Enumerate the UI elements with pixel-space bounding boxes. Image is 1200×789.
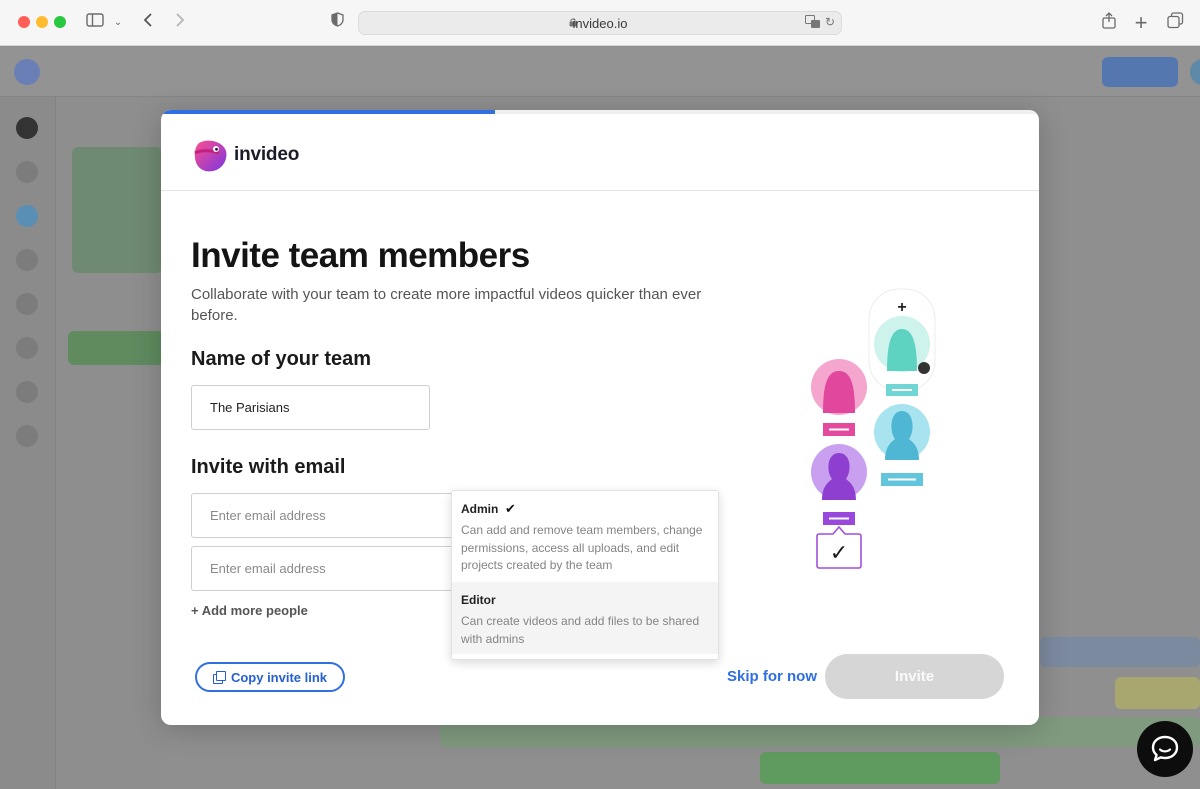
check-icon: ✓ <box>830 541 848 566</box>
role-option-title: Editor <box>461 593 496 607</box>
app-left-panel <box>56 97 166 789</box>
role-option-title: Admin <box>461 502 499 516</box>
app-primary-button <box>1102 57 1178 87</box>
rail-icon <box>16 337 38 359</box>
invite-button[interactable]: Invite <box>825 654 1004 699</box>
role-option-admin[interactable]: Admin ✔ Can add and remove team members,… <box>452 491 718 582</box>
app-left-rail <box>0 97 56 789</box>
timeline-track <box>1115 677 1200 709</box>
plus-icon: + <box>897 299 906 316</box>
fullscreen-window-button[interactable] <box>54 16 66 28</box>
timeline-track <box>760 752 1000 784</box>
copy-invite-link-button[interactable]: Copy invite link <box>195 662 345 692</box>
browser-chrome: ⌄ invideo.io ↻ + <box>0 0 1200 46</box>
app-topbar <box>0 47 1200 97</box>
shield-icon[interactable] <box>330 12 344 34</box>
invite-email-heading: Invite with email <box>191 456 346 478</box>
rail-icon <box>16 117 38 139</box>
share-icon[interactable] <box>1100 12 1118 34</box>
role-option-description: Can add and remove team members, change … <box>461 523 703 572</box>
rail-icon <box>16 381 38 403</box>
minimize-window-button[interactable] <box>36 16 48 28</box>
team-illustration: + ✓ <box>811 288 936 569</box>
close-window-button[interactable] <box>18 16 30 28</box>
chat-support-button[interactable] <box>1137 721 1193 777</box>
media-clip <box>68 331 164 365</box>
tabs-overview-icon[interactable] <box>1166 12 1184 34</box>
brand-name: invideo <box>234 144 300 165</box>
forward-icon[interactable] <box>172 12 188 34</box>
rail-icon <box>16 293 38 315</box>
back-icon[interactable] <box>140 12 156 34</box>
sidebar-icon[interactable] <box>86 12 104 34</box>
copy-invite-link-label: Copy invite link <box>230 669 328 685</box>
skip-for-now-link[interactable]: Skip for now <box>727 668 817 685</box>
add-more-people-link[interactable]: + Add more people <box>191 603 308 618</box>
translate-icon[interactable] <box>805 15 821 32</box>
reload-icon[interactable]: ↻ <box>825 15 835 29</box>
email-input-1[interactable] <box>191 493 461 538</box>
modal-title: Invite team members <box>191 236 530 275</box>
new-tab-icon[interactable]: + <box>1132 12 1150 34</box>
chat-icon <box>1151 735 1179 762</box>
invite-team-modal: invideo Invite team members Collaborate … <box>161 110 1039 725</box>
chevron-down-icon[interactable]: ⌄ <box>112 12 124 34</box>
app-avatar <box>1190 59 1200 85</box>
address-bar[interactable]: invideo.io ↻ <box>358 11 842 35</box>
modal-header: invideo <box>161 114 1039 191</box>
rail-icon <box>16 161 38 183</box>
copy-icon <box>212 671 226 684</box>
role-option-description: Can create videos and add files to be sh… <box>461 614 700 646</box>
modal-subtitle: Collaborate with your team to create mor… <box>191 286 702 324</box>
rail-icon <box>16 205 38 227</box>
media-thumbnail <box>72 147 162 273</box>
invideo-logo-icon <box>194 140 227 172</box>
role-option-editor[interactable]: Editor Can create videos and add files t… <box>452 582 718 654</box>
email-input-2[interactable] <box>191 546 461 591</box>
rail-icon <box>16 425 38 447</box>
app-logo <box>14 59 40 85</box>
team-name-heading: Name of your team <box>191 348 372 370</box>
team-name-input[interactable] <box>191 385 430 430</box>
timeline-track <box>1040 637 1200 667</box>
rail-icon <box>16 249 38 271</box>
url-text: invideo.io <box>572 16 628 31</box>
checkmark-icon: ✔ <box>505 501 516 516</box>
role-dropdown-menu: Admin ✔ Can add and remove team members,… <box>451 490 719 660</box>
